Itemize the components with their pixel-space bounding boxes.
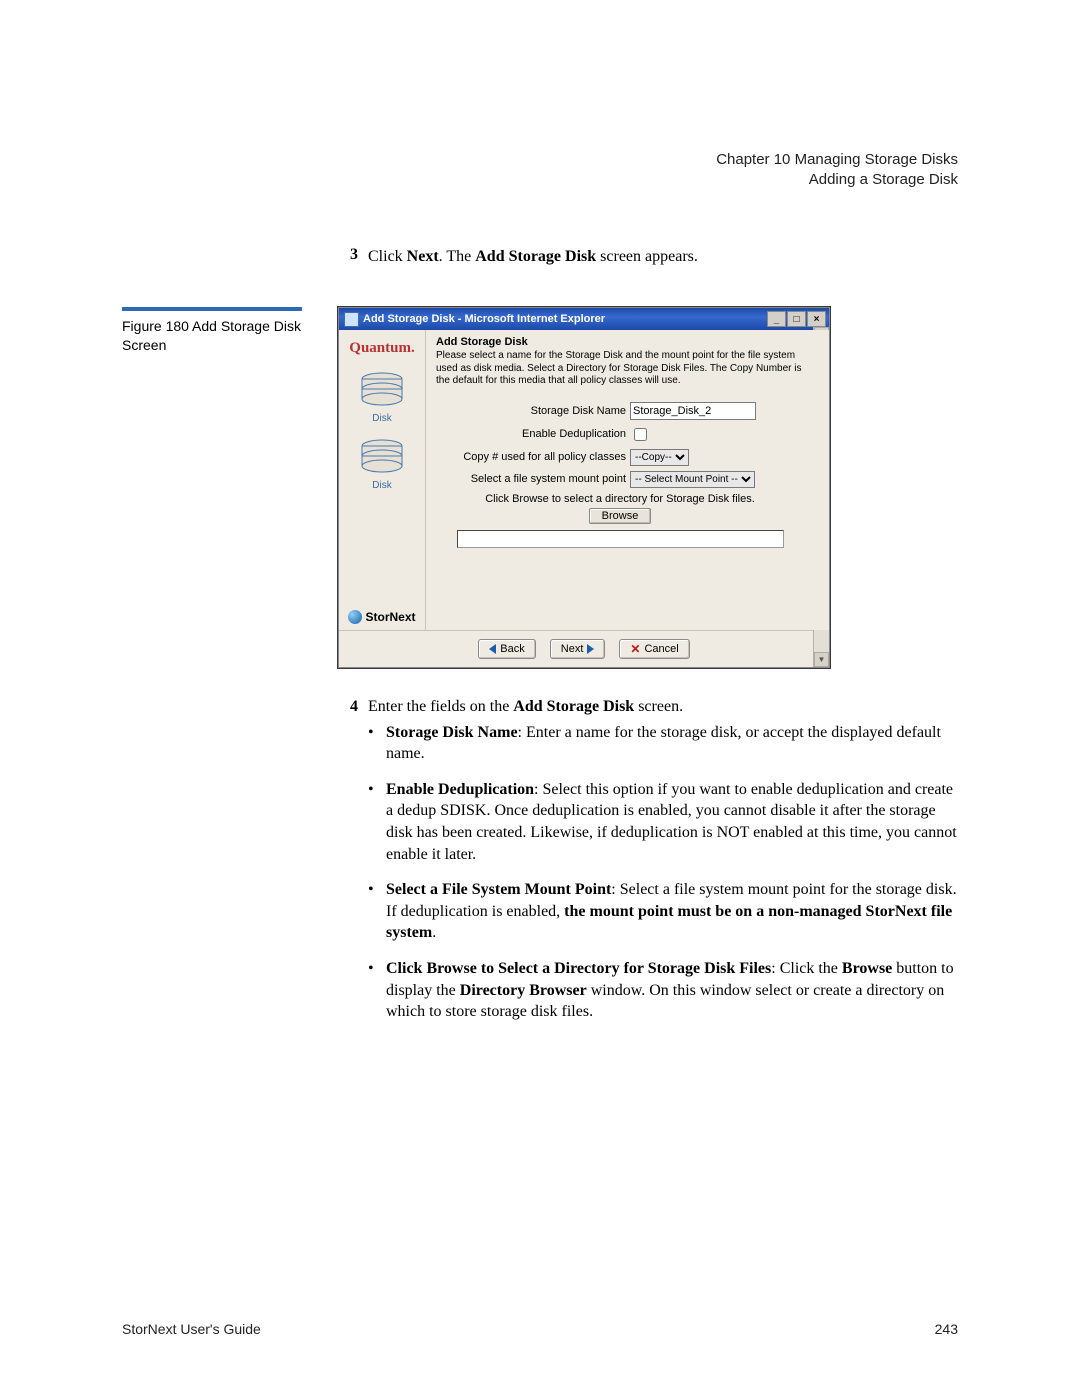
wizard-sidebar: Quantum. Disk: [339, 330, 426, 630]
storage-disk-name-input[interactable]: [630, 402, 756, 420]
dialog-heading: Add Storage Disk: [436, 336, 804, 348]
directory-path-box[interactable]: [457, 530, 784, 548]
disk-label-1: Disk: [372, 413, 391, 424]
label-enable-dedup: Enable Deduplication: [436, 428, 630, 440]
figure-rule: [122, 307, 302, 311]
quantum-logo: Quantum.: [349, 340, 414, 357]
chapter-line: Chapter 10 Managing Storage Disks: [122, 150, 958, 170]
wizard-main: Add Storage Disk Please select a name fo…: [426, 330, 814, 630]
minimize-button[interactable]: _: [767, 311, 786, 327]
chapter-header: Chapter 10 Managing Storage Disks Adding…: [122, 150, 958, 191]
ie-window: Add Storage Disk - Microsoft Internet Ex…: [338, 307, 830, 668]
label-storage-disk-name: Storage Disk Name: [436, 405, 630, 417]
figure-caption: Figure 180 Add Storage Disk Screen: [122, 317, 318, 355]
triangle-right-icon: [587, 644, 594, 654]
footer-left: StorNext User's Guide: [122, 1321, 261, 1337]
step-3: 3 Click Next. The Add Storage Disk scree…: [350, 246, 958, 268]
globe-icon: [348, 610, 362, 624]
copy-number-select[interactable]: --Copy--: [630, 449, 689, 466]
browse-note: Click Browse to select a directory for S…: [436, 493, 804, 505]
step-number: 4: [350, 696, 368, 718]
stornext-logo: StorNext: [348, 610, 415, 624]
mount-point-select[interactable]: -- Select Mount Point --: [630, 471, 755, 488]
bullet-enable-dedup: Enable Deduplication: Select this option…: [368, 779, 958, 865]
step-4: 4 Enter the fields on the Add Storage Di…: [350, 696, 958, 718]
close-button[interactable]: ×: [807, 311, 826, 327]
section-line: Adding a Storage Disk: [122, 170, 958, 190]
window-titlebar: Add Storage Disk - Microsoft Internet Ex…: [339, 308, 829, 330]
ie-app-icon: [344, 312, 359, 327]
label-copy-number: Copy # used for all policy classes: [436, 451, 630, 463]
disk-stack-icon: [359, 436, 405, 478]
page-footer: StorNext User's Guide 243: [122, 1321, 958, 1337]
triangle-left-icon: [489, 644, 496, 654]
dialog-intro: Please select a name for the Storage Dis…: [436, 350, 804, 388]
bullet-storage-disk-name: Storage Disk Name: Enter a name for the …: [368, 722, 958, 765]
disk-graphic-2: Disk: [359, 436, 405, 491]
next-button[interactable]: Next: [550, 639, 606, 659]
footer-page-number: 243: [935, 1321, 958, 1337]
x-icon: ✕: [630, 642, 640, 656]
step-number: 3: [350, 246, 368, 268]
back-button[interactable]: Back: [478, 639, 535, 659]
wizard-footer: Back Next ✕ Cancel: [339, 630, 829, 667]
disk-graphic-1: Disk: [359, 369, 405, 424]
disk-stack-icon: [359, 369, 405, 411]
bullet-browse-directory: Click Browse to Select a Directory for S…: [368, 958, 958, 1023]
cancel-button[interactable]: ✕ Cancel: [619, 639, 689, 659]
scroll-down-icon[interactable]: ▼: [814, 652, 829, 667]
window-title: Add Storage Disk - Microsoft Internet Ex…: [363, 313, 605, 325]
enable-dedup-checkbox[interactable]: [634, 428, 647, 441]
step-body: Click Next. The Add Storage Disk screen …: [368, 246, 698, 268]
label-mount-point: Select a file system mount point: [436, 473, 630, 485]
field-descriptions: Storage Disk Name: Enter a name for the …: [368, 722, 958, 1023]
maximize-button[interactable]: □: [787, 311, 806, 327]
bullet-mount-point: Select a File System Mount Point: Select…: [368, 879, 958, 944]
disk-label-2: Disk: [372, 480, 391, 491]
browse-button[interactable]: Browse: [589, 508, 652, 524]
